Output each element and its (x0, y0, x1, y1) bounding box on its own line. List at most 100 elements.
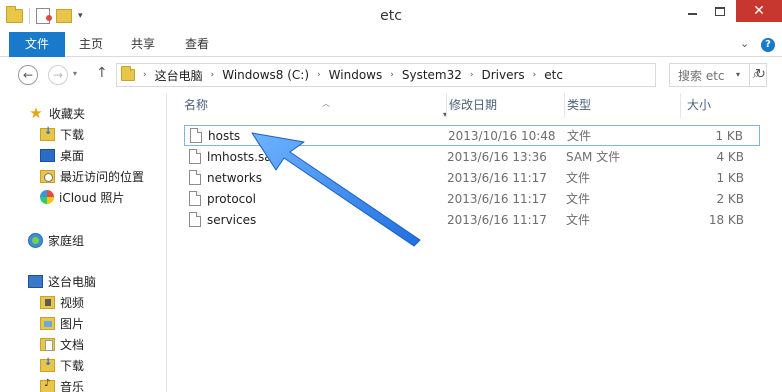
file-icon (189, 191, 201, 206)
column-label: 大小 (687, 98, 712, 112)
file-icon (189, 212, 201, 227)
documents-folder-icon (40, 337, 55, 351)
videos-folder-icon (40, 295, 55, 309)
forward-button[interactable]: → (48, 65, 68, 85)
tab-share[interactable]: 共享 (120, 32, 166, 57)
file-icon (189, 170, 201, 185)
back-button[interactable]: ← (18, 65, 38, 85)
file-row-hosts[interactable]: hosts 2013/10/16 10:48 文件 1 KB (184, 125, 760, 146)
file-date: 2013/6/16 11:17 (447, 212, 547, 227)
nav-item-desktop[interactable]: 桌面 (40, 145, 84, 165)
nav-item-recent-places[interactable]: 最近访问的位置 (40, 166, 144, 186)
tab-view[interactable]: 查看 (174, 32, 220, 57)
file-icon (189, 149, 201, 164)
close-button[interactable]: ✕ (736, 0, 782, 22)
file-date: 2013/6/16 11:17 (447, 170, 547, 185)
file-name: protocol (207, 191, 256, 206)
homegroup-icon (28, 232, 43, 248)
file-size: 18 KB (708, 212, 744, 227)
chevron-right-icon[interactable]: › (317, 70, 321, 80)
minimize-icon (687, 13, 697, 15)
nav-label: 图片 (60, 316, 85, 331)
column-label: 名称 (184, 98, 209, 112)
breadcrumb-item[interactable]: etc (544, 68, 563, 82)
maximize-icon (715, 6, 725, 16)
nav-label: 这台电脑 (48, 274, 97, 289)
music-folder-icon (40, 378, 55, 392)
column-header-size[interactable]: 大小 (680, 93, 760, 118)
breadcrumb-item[interactable]: Windows (329, 68, 383, 82)
column-header-name[interactable]: 名称 ︿ ▾ (184, 93, 447, 119)
desktop-icon (40, 148, 55, 162)
nav-label: 下载 (60, 127, 85, 142)
nav-label: 家庭组 (48, 233, 85, 248)
nav-item-music[interactable]: 音乐 (40, 376, 84, 392)
file-type: 文件 (566, 171, 591, 185)
file-row-networks[interactable]: networks 2013/6/16 11:17 文件 1 KB (184, 167, 760, 188)
file-type: 文件 (566, 192, 591, 206)
chevron-right-icon: › (143, 70, 147, 80)
nav-this-pc[interactable]: 这台电脑 (28, 271, 96, 291)
column-header-date[interactable]: 修改日期 (446, 93, 564, 118)
file-size: 1 KB (716, 170, 744, 185)
file-date: 2013/10/16 10:48 (448, 128, 556, 143)
recent-places-icon (40, 169, 55, 183)
tab-file[interactable]: 文件 (9, 32, 65, 57)
chevron-right-icon[interactable]: › (211, 70, 215, 80)
file-type: 文件 (567, 129, 592, 143)
star-icon: ★ (29, 104, 43, 122)
chevron-right-icon[interactable]: › (470, 70, 474, 80)
address-bar[interactable]: › 这台电脑 › Windows8 (C:) › Windows › Syste… (116, 63, 766, 87)
nav-label: 视频 (60, 295, 85, 310)
file-name: lmhosts.sam (207, 149, 284, 164)
file-row-lmhosts[interactable]: lmhosts.sam 2013/6/16 13:36 SAM 文件 4 KB (184, 146, 760, 167)
nav-item-pc-downloads[interactable]: 下载 (40, 355, 84, 375)
maximize-button[interactable] (706, 0, 734, 22)
search-placeholder: 搜索 etc (678, 68, 725, 83)
help-icon[interactable]: ? (761, 38, 775, 52)
file-size: 1 KB (715, 128, 743, 143)
nav-item-documents[interactable]: 文档 (40, 334, 84, 354)
downloads-folder-icon (40, 126, 55, 141)
up-button[interactable]: ↑ (96, 65, 108, 81)
recent-locations-icon[interactable]: ▾ (73, 69, 77, 78)
file-size: 2 KB (716, 191, 744, 206)
navigation-bar: ← → ▾ ↑ › 这台电脑 › Windows8 (C:) › Windows… (0, 57, 782, 93)
file-type: 文件 (566, 213, 591, 227)
nav-favorites[interactable]: ★ 收藏夹 (28, 103, 85, 123)
ribbon: 文件 主页 共享 查看 ⌄ ? (0, 32, 782, 57)
file-row-protocol[interactable]: protocol 2013/6/16 11:17 文件 2 KB (184, 188, 760, 209)
breadcrumb-item[interactable]: Windows8 (C:) (222, 68, 309, 82)
minimize-button[interactable] (678, 0, 706, 22)
column-label: 类型 (567, 98, 592, 112)
file-name: networks (207, 170, 262, 185)
nav-label: 收藏夹 (49, 106, 86, 121)
nav-label: 最近访问的位置 (60, 169, 145, 184)
file-type: SAM 文件 (566, 150, 621, 164)
breadcrumb-item[interactable]: 这台电脑 (155, 67, 203, 84)
nav-item-videos[interactable]: 视频 (40, 292, 84, 312)
nav-item-icloud-photos[interactable]: iCloud 照片 (40, 187, 124, 207)
nav-homegroup[interactable]: 家庭组 (28, 230, 84, 250)
nav-item-downloads[interactable]: 下载 (40, 124, 84, 144)
breadcrumb: › 这台电脑 › Windows8 (C:) › Windows › Syste… (135, 67, 563, 84)
chevron-right-icon[interactable]: › (533, 70, 537, 80)
tab-home[interactable]: 主页 (68, 32, 114, 57)
title-bar: ▾ etc ✕ (0, 0, 782, 32)
folder-icon (121, 66, 135, 81)
chevron-right-icon[interactable]: › (390, 70, 394, 80)
search-icon[interactable]: ⌕ (753, 67, 760, 82)
pictures-folder-icon (40, 316, 55, 330)
file-date: 2013/6/16 13:36 (447, 149, 547, 164)
nav-item-pictures[interactable]: 图片 (40, 313, 84, 333)
ribbon-expand-icon[interactable]: ⌄ (740, 37, 749, 50)
breadcrumb-item[interactable]: System32 (402, 68, 462, 82)
nav-label: 文档 (60, 337, 85, 352)
search-box[interactable]: 搜索 etc ⌕ (669, 63, 767, 87)
file-name: services (207, 212, 257, 227)
breadcrumb-item[interactable]: Drivers (481, 68, 524, 82)
close-icon: ✕ (753, 3, 765, 19)
column-header-type[interactable]: 类型 (564, 93, 680, 118)
nav-label: 桌面 (60, 148, 85, 163)
file-row-services[interactable]: services 2013/6/16 11:17 文件 18 KB (184, 209, 760, 230)
